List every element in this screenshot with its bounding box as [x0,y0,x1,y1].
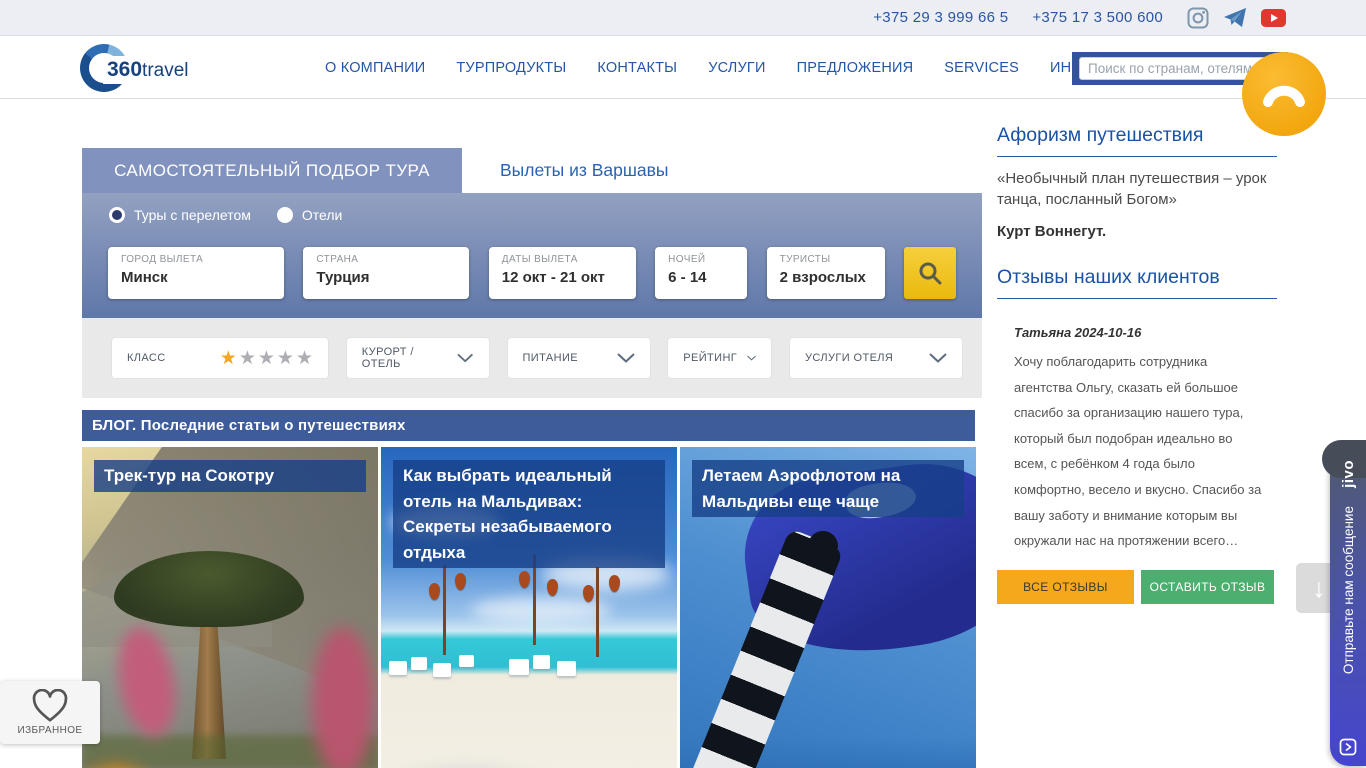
tour-search-tabs: САМОСТОЯТЕЛЬНЫЙ ПОДБОР ТУРА Вылеты из Ва… [82,148,707,193]
tourists-field[interactable]: ТУРИСТЫ 2 взрослых [766,247,885,299]
departure-city-field[interactable]: ГОРОД ВЫЛЕТА Минск [108,247,284,299]
topbar: +375 29 3 999 66 5 +375 17 3 500 600 [0,0,1366,36]
chevron-down-icon [616,353,635,363]
blog-card-title[interactable]: Летаем Аэрофлотом на Мальдивы еще чаще [692,460,964,517]
review-text: Хочу поблагодарить сотрудника агентства … [1014,354,1262,549]
filter-resort-hotel[interactable]: КУРОРТ / ОТЕЛЬ [346,338,489,378]
reviews-title: Отзывы наших клиентов [997,266,1220,288]
social-links [1187,7,1286,29]
logo-number: 360 [107,57,143,81]
aphorism-quote: «Необычный план путешествия – урок танца… [997,170,1267,208]
tour-fields: ГОРОД ВЫЛЕТА Минск СТРАНА Турция ДАТЫ ВЫ… [108,247,956,299]
arrow-down-icon: ↓ [1312,572,1326,603]
aphorism-title: Афоризм путешествия [997,124,1204,146]
filter-hotel-services[interactable]: УСЛУГИ ОТЕЛЯ [790,338,962,378]
filter-class[interactable]: КЛАСС ★ ★ ★ ★ ★ [112,338,328,378]
leave-review-button[interactable]: ОСТАВИТЬ ОТЗЫВ [1141,569,1274,604]
nav-contacts[interactable]: КОНТАКТЫ [597,60,677,76]
filter-row: КЛАСС ★ ★ ★ ★ ★ КУРОРТ / ОТЕЛЬ ПИТАНИЕ РЕЙТИ… [82,318,982,398]
star-icon[interactable]: ★ [239,349,256,368]
logo[interactable]: 360travel [80,43,230,92]
blog-card-aeroflot-maldives[interactable]: Летаем Аэрофлотом на Мальдивы еще чаще [680,447,976,768]
jivo-chat-tab[interactable]: jivo Отправьте нам сообщение [1322,440,1366,766]
blog-card-maldives-hotel[interactable]: Как выбрать идеальный отель на Мальдивах… [381,447,677,768]
youtube-icon[interactable] [1261,8,1286,27]
header: 360travel О КОМПАНИИ ТУРПРОДУКТЫ КОНТАКТ… [0,37,1366,99]
divider [997,298,1277,299]
tour-search-button[interactable] [903,247,956,299]
radio-button-icon [276,207,293,223]
tour-type-radios: Туры с перелетом Отели [109,207,342,223]
nav-tour-products[interactable]: ТУРПРОДУКТЫ [456,60,566,76]
socotra-image [82,447,378,768]
all-reviews-button[interactable]: ВСЕ ОТЗЫВЫ [997,569,1134,604]
telegram-icon[interactable] [1223,7,1247,28]
nights-field[interactable]: НОЧЕЙ 6 - 14 [655,247,748,299]
star-icon[interactable]: ★ [220,349,237,368]
filter-food[interactable]: ПИТАНИЕ [507,338,650,378]
sidebar: Афоризм путешествия «Необычный план путе… [997,124,1277,604]
divider [997,156,1277,157]
radio-hotels[interactable]: Отели [276,207,342,223]
phone-mobile[interactable]: +375 29 3 999 66 5 [873,9,1008,26]
blog-card-socotra[interactable]: Трек-тур на Сокотру [82,447,378,768]
page: +375 29 3 999 66 5 +375 17 3 500 600 360… [0,0,1366,768]
nav-offers[interactable]: ПРЕДЛОЖЕНИЯ [797,60,914,76]
blog-section-title: БЛОГ. Последние статьи о путешествиях [82,410,975,441]
logo-word: travel [142,59,189,81]
blog-card-title[interactable]: Как выбрать идеальный отель на Мальдивах… [393,460,665,568]
heart-icon [32,689,68,722]
tour-search-form: Туры с перелетом Отели ГОРОД ВЫЛЕТА Минс… [82,193,982,318]
chevron-down-icon [457,353,474,363]
nav-services-ru[interactable]: УСЛУГИ [708,60,765,76]
chevron-down-icon [747,355,757,361]
class-stars: ★ ★ ★ ★ ★ [220,349,313,368]
country-field[interactable]: СТРАНА Турция [303,247,470,299]
nav-about[interactable]: О КОМПАНИИ [325,60,425,76]
blog-card-title[interactable]: Трек-тур на Сокотру [94,460,366,492]
instagram-icon[interactable] [1187,7,1209,29]
radio-tours-with-flight[interactable]: Туры с перелетом [109,207,251,223]
review-author-date: Татьяна 2024-10-16 [1014,325,1142,340]
phone-city[interactable]: +375 17 3 500 600 [1032,9,1163,26]
filter-rating[interactable]: РЕЙТИНГ [668,338,772,378]
tab-warsaw-departures[interactable]: Вылеты из Варшавы [462,148,707,193]
star-icon[interactable]: ★ [258,349,275,368]
radio-button-icon [109,207,125,223]
jivo-brand: jivo [1340,460,1357,488]
star-icon[interactable]: ★ [296,349,313,368]
departure-dates-field[interactable]: ДАТЫ ВЫЛЕТА 12 окт - 21 окт [488,247,636,299]
magnifier-icon [919,262,942,285]
callback-phone-button[interactable] [1242,52,1326,136]
aphorism-author: Курт Воннегут. [997,223,1107,240]
jivo-message-label: Отправьте нам сообщение [1341,506,1356,675]
chevron-down-icon [929,353,947,363]
phone-handset-icon [1263,85,1305,107]
nav-services-en[interactable]: SERVICES [944,60,1019,76]
tab-self-tour-selection[interactable]: САМОСТОЯТЕЛЬНЫЙ ПОДБОР ТУРА [82,148,462,193]
star-icon[interactable]: ★ [277,349,294,368]
favorites-label: ИЗБРАННОЕ [17,725,83,736]
favorites-widget[interactable]: ИЗБРАННОЕ [0,681,100,744]
main-nav: О КОМПАНИИ ТУРПРОДУКТЫ КОНТАКТЫ УСЛУГИ П… [325,60,1158,76]
chat-bubble-icon [1339,738,1357,756]
